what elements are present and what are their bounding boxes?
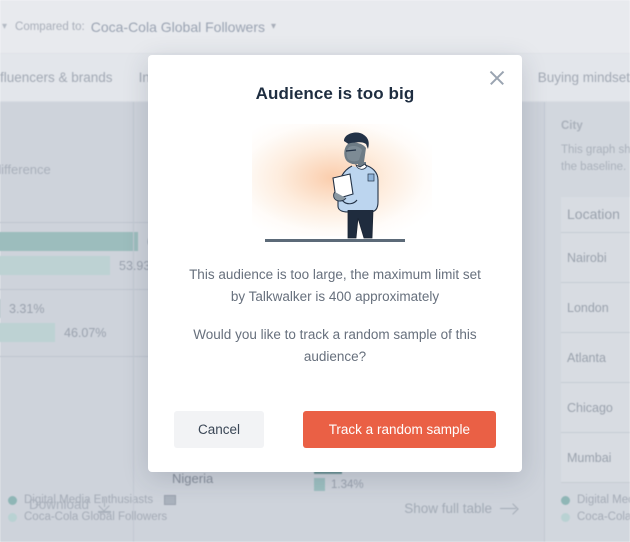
legend-dot-icon	[561, 495, 570, 505]
legend-label: Digital Media	[577, 494, 630, 506]
download-label: Download	[28, 497, 90, 512]
download-icon	[98, 497, 112, 513]
person-reading-tablet-illustration	[148, 122, 522, 244]
arrow-right-icon	[500, 503, 518, 514]
side-panel-legend: Digital Media Coca-Cola G	[561, 494, 630, 528]
app-root: ▾ Compared to: Coca-Cola Global Follower…	[0, 0, 630, 542]
close-icon[interactable]	[484, 65, 510, 91]
tab-buying-mindset[interactable]: Buying mindset	[538, 70, 630, 85]
chevron-down-icon[interactable]: ▾	[2, 21, 7, 32]
compared-to-label: Compared to:	[15, 20, 85, 33]
legend-label: Coca-Cola G	[577, 511, 630, 523]
legend-item: Coca-Cola Global Followers	[8, 511, 176, 523]
location-table: Location Nairobi London Atlanta Chicago …	[561, 197, 630, 484]
modal-paragraph-limit: This audience is too large, the maximum …	[189, 267, 481, 304]
audience-too-big-modal: Audience is too big This audience is too…	[148, 55, 522, 472]
compare-bar: ▾ Compared to: Coca-Cola Global Follower…	[0, 0, 630, 54]
chart-bar-value: 46.07%	[64, 325, 107, 340]
image-badge-icon	[164, 495, 177, 505]
cancel-button[interactable]: Cancel	[174, 411, 265, 448]
chart-subtitle: and its difference	[0, 162, 51, 177]
chart-bar	[0, 256, 110, 275]
show-full-table-label: Show full table	[404, 501, 492, 516]
chart-bar-value: 3.31%	[9, 301, 45, 316]
track-random-sample-button[interactable]: Track a random sample	[302, 411, 496, 448]
chart-bar	[0, 323, 55, 342]
chart-country-label: Nigeria	[172, 471, 214, 486]
legend-label: Coca-Cola Global Followers	[24, 511, 168, 523]
download-button[interactable]: Download	[0, 497, 140, 513]
table-row[interactable]: Mumbai	[561, 433, 630, 484]
legend-dot-icon	[8, 512, 17, 522]
side-panel-description-line2: the baseline.	[561, 160, 627, 173]
table-row[interactable]: Nairobi	[561, 233, 630, 284]
chart-bar-value: 1.34%	[331, 478, 364, 491]
person-figure-svg	[332, 132, 379, 239]
table-row[interactable]: Chicago	[561, 383, 630, 434]
table-row[interactable]: London	[561, 283, 630, 334]
side-panel-description-line1: This graph sh	[561, 144, 630, 156]
vertical-divider	[133, 102, 134, 542]
chart-bar	[314, 478, 325, 492]
city-side-panel: City This graph sh the baseline. Locatio…	[545, 102, 630, 542]
legend-item: Digital Media	[561, 494, 630, 506]
modal-body: This audience is too large, the maximum …	[148, 264, 522, 367]
modal-title: Audience is too big	[255, 84, 415, 103]
legend-item: Coca-Cola G	[561, 511, 630, 523]
chart-bar	[0, 232, 138, 251]
chevron-down-icon[interactable]: ▾	[271, 21, 276, 32]
modal-paragraph-question: Would you like to track a random sample …	[193, 326, 477, 364]
compared-to-value[interactable]: Coca-Cola Global Followers	[91, 19, 265, 35]
table-row[interactable]: Atlanta	[561, 333, 630, 384]
side-panel-title: City	[561, 120, 583, 132]
table-column-header-location: Location	[561, 197, 630, 234]
tab-influencers-and-brands[interactable]: fluencers & brands	[0, 70, 113, 85]
legend-dot-icon	[561, 512, 570, 522]
modal-actions: Cancel Track a random sample	[148, 411, 522, 448]
show-full-table-link[interactable]: Show full table	[404, 501, 518, 516]
